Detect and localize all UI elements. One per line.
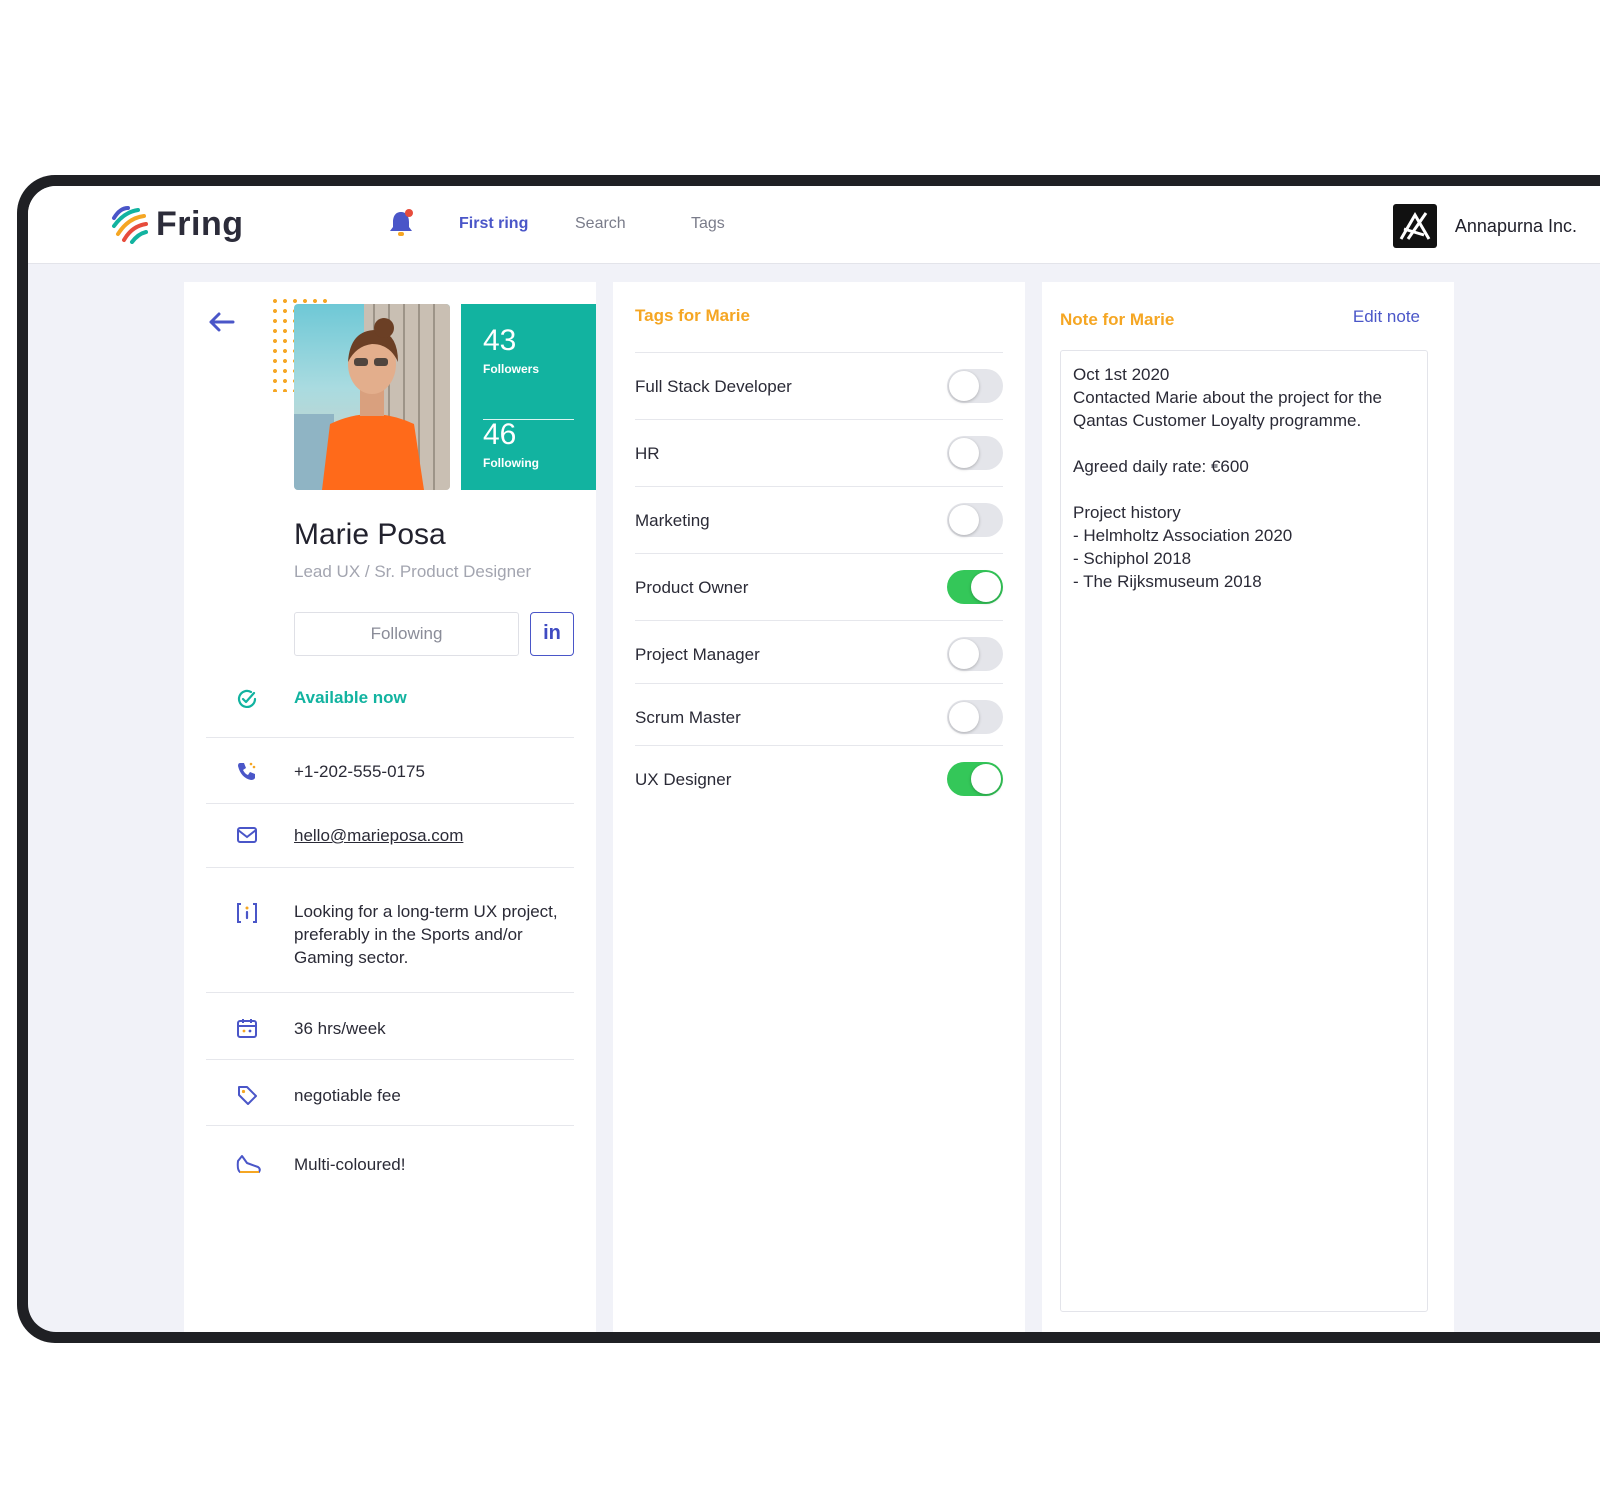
company-name: Annapurna Inc. — [1454, 215, 1577, 236]
divider — [206, 992, 574, 993]
tags-card: Tags for Marie Full Stack Developer HR M… — [613, 282, 1025, 1332]
tag-toggle-full-stack-developer[interactable] — [947, 369, 1003, 403]
note-text[interactable]: Oct 1st 2020 Contacted Marie about the p… — [1060, 350, 1428, 1312]
nav-tags[interactable]: Tags — [691, 215, 725, 233]
profile-card: 43 Followers 46 Following Marie Posa Lea… — [184, 282, 596, 1332]
email-row[interactable]: hello@marieposa.com — [206, 824, 574, 854]
nav-first-ring[interactable]: First ring — [459, 215, 528, 233]
top-bar: Fring First ring Search Tags Annapurna I… — [28, 186, 1600, 264]
followers-count: 43 — [483, 324, 517, 357]
company-switcher[interactable]: Annapurna Inc. — [1392, 204, 1577, 248]
profile-photo — [294, 304, 450, 490]
sneaker-icon — [236, 1155, 261, 1173]
phone-number: +1-202-555-0175 — [294, 762, 425, 781]
note-card: Note for Marie Edit note Oct 1st 2020 Co… — [1042, 282, 1454, 1332]
profile-title: Lead UX / Sr. Product Designer — [294, 562, 532, 581]
tag-row-project-manager: Project Manager — [635, 620, 1003, 683]
company-logo-icon — [1392, 204, 1437, 248]
hours-text: 36 hrs/week — [294, 1019, 386, 1038]
about-row: Looking for a long-term UX project, pref… — [206, 900, 574, 974]
hours-row: 36 hrs/week — [206, 1017, 574, 1047]
app-screen: Fring First ring Search Tags Annapurna I… — [28, 186, 1600, 1332]
tag-row-product-owner: Product Owner — [635, 553, 1003, 620]
following-label: Following — [483, 456, 539, 470]
followers-label: Followers — [483, 362, 540, 376]
edit-note-button[interactable]: Edit note — [1353, 307, 1420, 327]
phone-row[interactable]: +1-202-555-0175 — [206, 760, 574, 790]
tag-row-marketing: Marketing — [635, 486, 1003, 553]
tag-toggle-product-owner[interactable] — [947, 570, 1003, 604]
phone-icon — [238, 762, 256, 780]
stats-panel: 43 Followers 46 Following — [461, 304, 596, 490]
divider — [206, 1059, 574, 1060]
app-name: Fring — [156, 204, 244, 243]
tag-toggle-ux-designer[interactable] — [947, 762, 1003, 796]
tag-label: UX Designer — [635, 770, 732, 789]
arrow-left-icon — [209, 312, 235, 332]
check-circle-icon — [237, 689, 257, 708]
tag-toggle-hr[interactable] — [947, 436, 1003, 470]
style-row: Multi-coloured! — [206, 1153, 574, 1183]
email-link[interactable]: hello@marieposa.com — [294, 824, 463, 847]
tag-row-full-stack-developer: Full Stack Developer — [635, 352, 1003, 419]
following-button[interactable]: Following — [294, 612, 519, 656]
back-button[interactable] — [206, 310, 236, 339]
tag-label: Project Manager — [635, 645, 760, 664]
fring-logo-icon — [112, 206, 148, 244]
tags-title: Tags for Marie — [635, 306, 750, 325]
tag-label: Scrum Master — [635, 708, 741, 727]
tag-row-scrum-master: Scrum Master — [635, 683, 1003, 745]
divider — [206, 737, 574, 738]
tag-label: Marketing — [635, 511, 710, 530]
fee-row: negotiable fee — [206, 1084, 574, 1114]
tag-label: HR — [635, 444, 660, 463]
tag-row-hr: HR — [635, 419, 1003, 486]
profile-name: Marie Posa — [294, 518, 446, 551]
following-count: 46 — [483, 418, 517, 451]
info-icon — [237, 903, 257, 923]
divider — [206, 867, 574, 868]
tag-toggle-marketing[interactable] — [947, 503, 1003, 537]
divider — [206, 1125, 574, 1126]
tag-label: Product Owner — [635, 578, 749, 597]
style-text: Multi-coloured! — [294, 1155, 406, 1174]
bell-icon — [390, 209, 413, 236]
calendar-icon — [237, 1019, 257, 1038]
availability-row: Available now — [206, 686, 574, 726]
tag-toggle-scrum-master[interactable] — [947, 700, 1003, 734]
fee-text: negotiable fee — [294, 1086, 401, 1105]
about-text: Looking for a long-term UX project, pref… — [294, 902, 558, 967]
tag-row-ux-designer: UX Designer — [635, 745, 1003, 807]
mail-icon — [237, 827, 257, 843]
note-title: Note for Marie — [1060, 310, 1175, 329]
nav-search[interactable]: Search — [575, 215, 626, 233]
tag-label: Full Stack Developer — [635, 377, 792, 396]
divider — [206, 803, 574, 804]
notifications-button[interactable] — [387, 208, 415, 243]
linkedin-button[interactable]: in — [530, 612, 574, 656]
tag-icon — [238, 1086, 257, 1105]
device-frame: Fring First ring Search Tags Annapurna I… — [17, 175, 1600, 1343]
availability-status: Available now — [294, 688, 407, 707]
app-logo[interactable]: Fring — [110, 204, 243, 244]
tag-toggle-project-manager[interactable] — [947, 637, 1003, 671]
